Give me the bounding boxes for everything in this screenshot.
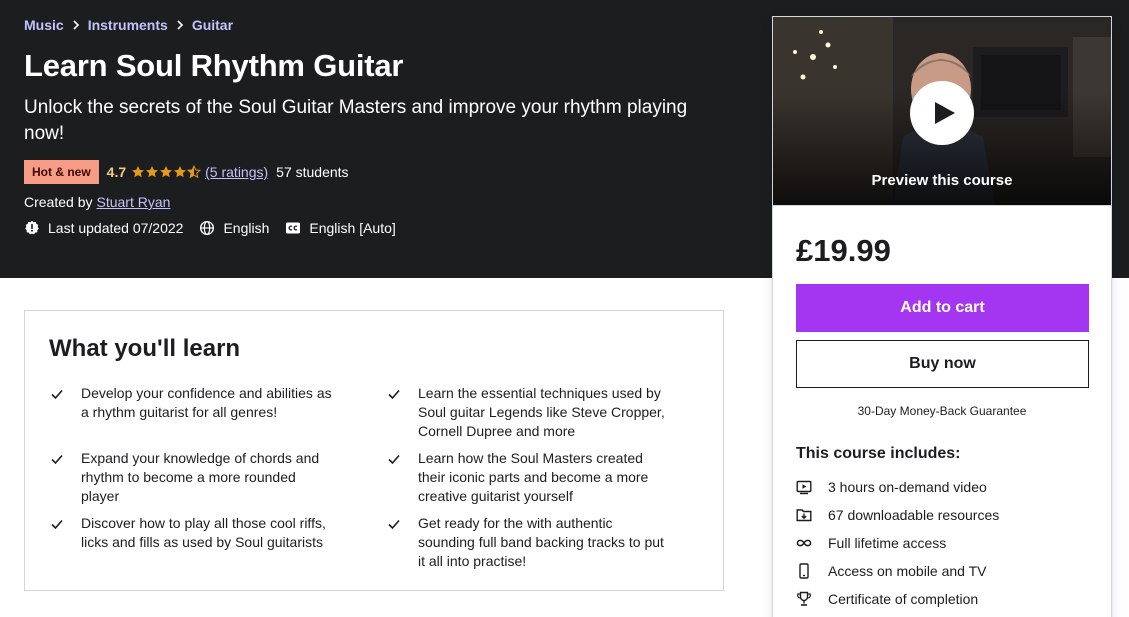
includes-text: Certificate of completion	[828, 591, 979, 607]
includes-item: Full lifetime access	[796, 529, 999, 557]
learn-item: Learn the essential techniques used by S…	[387, 384, 672, 441]
rating-value: 4.7	[106, 164, 127, 180]
learn-item: Expand your knowledge of chords and rhyt…	[50, 449, 335, 506]
includes-item: Access on mobile and TV	[796, 557, 999, 585]
learn-item-text: Develop your confidence and abilities as…	[81, 385, 332, 420]
check-icon	[51, 519, 63, 530]
course-preview[interactable]: Preview this course	[773, 17, 1111, 206]
video-icon	[796, 480, 812, 495]
trophy-icon	[797, 591, 811, 606]
course-title: Learn Soul Rhythm Guitar	[24, 48, 404, 83]
chevron-right-icon	[168, 20, 192, 30]
learn-item: Develop your confidence and abilities as…	[50, 384, 335, 422]
download-folder-icon	[796, 509, 812, 522]
purchase-sidebar: Preview this course £19.99 Add to cart B…	[772, 16, 1112, 617]
created-by-label: Created by	[24, 194, 93, 210]
last-updated: Last updated 07/2022	[24, 220, 183, 236]
language: English	[199, 220, 269, 236]
alert-badge-icon	[25, 220, 39, 235]
created-by-row: Created by Stuart Ryan	[24, 192, 170, 212]
learn-item: Discover how to play all those cool riff…	[50, 514, 335, 552]
check-icon	[51, 389, 63, 400]
half-star-icon	[187, 165, 202, 179]
money-back-guarantee: 30-Day Money-Back Guarantee	[857, 404, 1027, 418]
includes-text: 67 downloadable resources	[828, 507, 1000, 523]
learn-item-text: Discover how to play all those cool riff…	[81, 515, 326, 550]
add-to-cart-button[interactable]: Add to cart	[796, 284, 1089, 332]
ratings-count-link[interactable]: (5 ratings)	[205, 164, 268, 180]
breadcrumb-guitar[interactable]: Guitar	[192, 17, 233, 33]
infinity-icon	[796, 539, 812, 547]
play-button[interactable]	[910, 81, 974, 145]
breadcrumb-instruments[interactable]: Instruments	[88, 17, 168, 33]
language-text: English	[223, 220, 270, 236]
includes-item: 67 downloadable resources	[796, 501, 999, 529]
mobile-icon	[799, 563, 809, 579]
learn-item-text: Learn the essential techniques used by S…	[418, 385, 665, 439]
includes-item: Certificate of completion	[796, 585, 999, 613]
learn-title: What you'll learn	[49, 335, 241, 362]
star-icon	[174, 166, 187, 178]
breadcrumb-music[interactable]: Music	[24, 17, 64, 33]
check-icon	[388, 519, 400, 530]
check-icon	[388, 454, 400, 465]
chevron-right-icon	[64, 20, 88, 30]
includes-item: 3 hours on-demand video	[796, 473, 999, 501]
check-icon	[51, 454, 63, 465]
includes-text: 3 hours on-demand video	[828, 479, 987, 495]
rating-row: Hot & new 4.7 (5 ratings) 57 students	[24, 160, 349, 184]
star-icon	[160, 166, 173, 178]
star-icon	[146, 166, 159, 178]
course-subtitle: Unlock the secrets of the Soul Guitar Ma…	[24, 97, 688, 144]
author-link[interactable]: Stuart Ryan	[96, 194, 170, 210]
includes-text: Access on mobile and TV	[828, 563, 987, 579]
what-you-will-learn: What you'll learn Develop your confidenc…	[24, 310, 724, 591]
learn-item-text: Get ready for the with authentic soundin…	[418, 515, 664, 569]
preview-label: Preview this course	[871, 172, 1013, 189]
globe-icon	[200, 220, 215, 236]
includes-list: 3 hours on-demand video 67 downloadable …	[796, 473, 999, 613]
breadcrumb: Music Instruments Guitar	[24, 16, 233, 34]
captions: English [Auto]	[285, 220, 396, 236]
play-icon	[935, 102, 955, 124]
learn-item: Get ready for the with authentic soundin…	[387, 514, 672, 571]
closed-captions-icon	[286, 222, 301, 234]
learn-item: Learn how the Soul Masters created their…	[387, 449, 672, 506]
hot-new-badge: Hot & new	[24, 160, 99, 184]
star-icon	[132, 166, 145, 178]
course-price: £19.99	[796, 233, 891, 268]
learn-item-text: Expand your knowledge of chords and rhyt…	[81, 450, 320, 504]
check-icon	[388, 389, 400, 400]
buy-now-button[interactable]: Buy now	[796, 340, 1089, 388]
includes-title: This course includes:	[796, 445, 961, 462]
star-rating	[131, 165, 202, 179]
students-count: 57 students	[276, 164, 349, 180]
includes-text: Full lifetime access	[828, 535, 947, 551]
learn-item-text: Learn how the Soul Masters created their…	[418, 450, 649, 504]
last-updated-text: Last updated 07/2022	[48, 220, 184, 236]
captions-text: English [Auto]	[309, 220, 396, 236]
course-meta: Last updated 07/2022 English English [Au…	[24, 218, 412, 238]
